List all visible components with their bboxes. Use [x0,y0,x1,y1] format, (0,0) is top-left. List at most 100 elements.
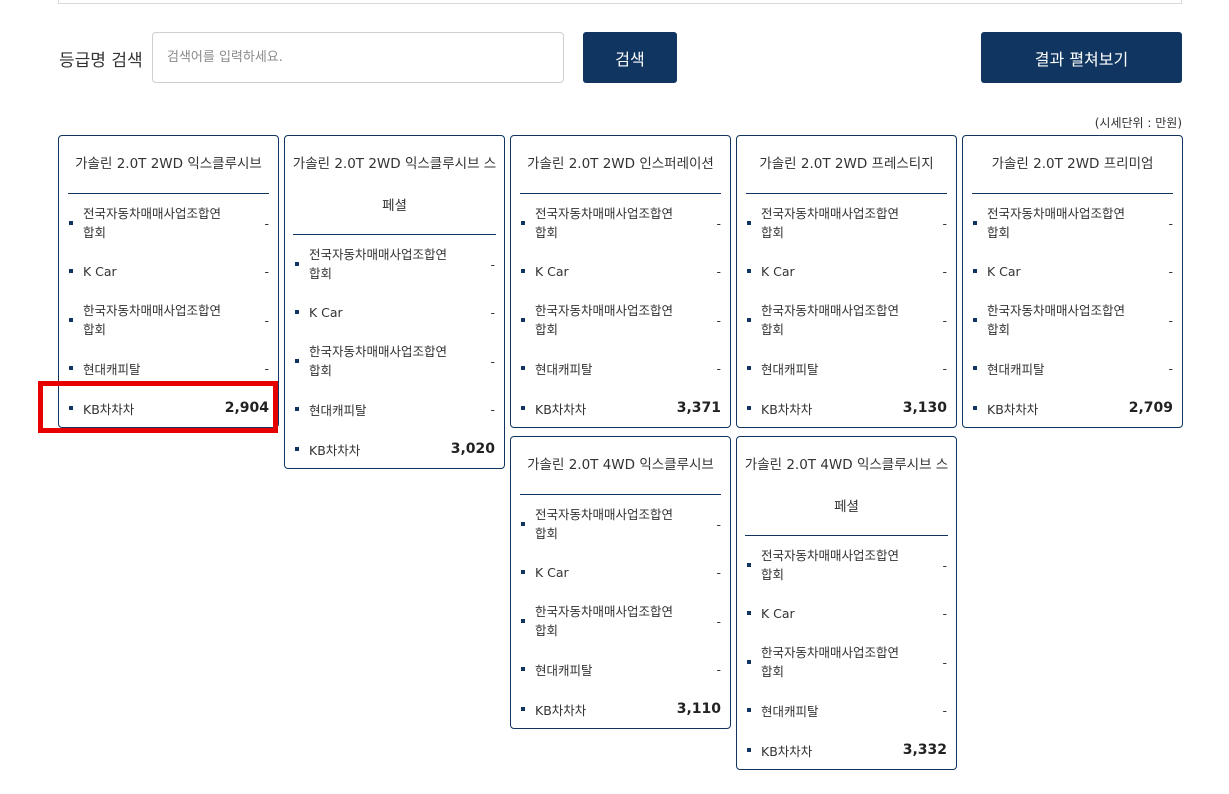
price-row: 전국자동차매매사업조합연합회- [68,204,269,242]
source-name: KB차차차 [535,399,586,418]
expand-results-button[interactable]: 결과 펼쳐보기 [981,32,1182,83]
price-value: 2,904 [225,400,269,416]
grade-card: 가솔린 2.0T 2WD 익스클루시브 스 페셜 전국자동차매매사업조합연합회-… [284,135,505,469]
price-value: - [490,352,495,371]
price-row: 현대캐피탈 - [972,358,1173,378]
grade-title-line: 페셜 [736,493,957,521]
grade-title: 가솔린 2.0T 2WD 프레스티지 [746,136,947,194]
source-name: 전국자동차매매사업조합연합회 [309,245,449,283]
price-value: - [264,264,269,279]
price-row: 한국자동차매매사업조합연합회- [520,602,721,640]
source-name: 한국자동차매매사업조합연합회 [83,301,223,339]
search-input[interactable] [152,32,564,83]
price-row: K Car - [972,261,1173,281]
price-row: 전국자동차매매사업조합연합회- [746,546,947,584]
price-value: 3,371 [677,400,721,416]
source-name: K Car [83,264,117,279]
price-value: - [1168,214,1173,233]
source-name: KB차차차 [761,399,812,418]
source-name: 한국자동차매매사업조합연합회 [535,301,675,339]
grade-title: 가솔린 2.0T 2WD 익스클루시브 스 페셜 [293,136,496,235]
price-row: 전국자동차매매사업조합연합회- [294,245,495,283]
source-name: K Car [535,264,569,279]
source-name: K Car [309,305,343,320]
source-name: 전국자동차매매사업조합연합회 [535,505,675,543]
price-row: 전국자동차매매사업조합연합회 - [520,505,721,543]
price-row: 한국자동차매매사업조합연합회 - [972,301,1173,339]
price-row: 현대캐피탈- [68,358,269,378]
source-name: K Car [761,606,795,621]
grade-title: 가솔린 2.0T 2WD 익스클루시브 [68,136,269,194]
source-name: 한국자동차매매사업조합연합회 [761,301,901,339]
price-row: 전국자동차매매사업조합연합회 - [746,204,947,242]
price-unit-note: (시세단위 : 만원) [1095,114,1182,131]
price-value: - [716,515,721,534]
source-name: 한국자동차매매사업조합연합회 [761,643,901,681]
source-name: 현대캐피탈 [987,359,1045,378]
source-name: K Car [535,565,569,580]
source-name: 현대캐피탈 [761,359,819,378]
price-value: 3,110 [677,701,721,717]
price-value: - [942,311,947,330]
price-value: - [716,264,721,279]
price-value: - [942,361,947,376]
price-row: K Car - [746,603,947,623]
source-name: 전국자동차매매사업조합연합회 [761,204,901,242]
price-row: K Car - [520,562,721,582]
price-value: - [716,214,721,233]
grade-title: 가솔린 2.0T 2WD 인스퍼레이션 [520,136,721,194]
price-value: - [942,703,947,718]
price-row: KB차차차 3,332 [746,740,947,760]
grade-title-line: 가솔린 2.0T 2WD 익스클루시브 스 [284,150,505,178]
price-value: - [1168,361,1173,376]
source-name: KB차차차 [987,399,1038,418]
price-row: 현대캐피탈 - [520,358,721,378]
price-value: - [264,311,269,330]
source-name: 전국자동차매매사업조합연합회 [761,546,901,584]
source-name: 현대캐피탈 [535,660,593,679]
price-row: KB차차차 3,371 [520,398,721,418]
price-value: - [942,606,947,621]
price-value: - [264,361,269,376]
price-row: 현대캐피탈 - [746,358,947,378]
price-row: 한국자동차매매사업조합연합회 - [68,301,269,339]
price-row: KB차차차 3,110 [520,699,721,719]
price-value: - [1168,264,1173,279]
price-row: KB차차차 2,904 [68,398,269,418]
source-name: KB차차차 [761,741,812,760]
search-label: 등급명 검색 [59,46,143,71]
price-value: 2,709 [1129,400,1173,416]
source-name: 전국자동차매매사업조합연합회 [83,204,223,242]
price-value: - [942,214,947,233]
price-value: - [716,311,721,330]
price-value: 3,130 [903,400,947,416]
grade-card: 가솔린 2.0T 2WD 익스클루시브 전국자동차매매사업조합연합회- K Ca… [58,135,279,428]
price-row: K Car - [68,261,269,281]
price-value: - [942,653,947,672]
price-value: - [716,361,721,376]
price-row: 현대캐피탈 - [746,700,947,720]
price-row: 전국자동차매매사업조합연합회 - [520,204,721,242]
price-value: - [1168,311,1173,330]
price-row: KB차차차 2,709 [972,398,1173,418]
source-name: 한국자동차매매사업조합연합회 [987,301,1127,339]
source-name: K Car [987,264,1021,279]
search-button[interactable]: 검색 [583,32,677,83]
price-value: 3,332 [903,742,947,758]
source-name: 현대캐피탈 [761,701,819,720]
price-value: - [716,565,721,580]
source-name: 현대캐피탈 [535,359,593,378]
grade-title-line: 가솔린 2.0T 4WD 익스클루시브 스 [736,451,957,479]
price-row: KB차차차 3,130 [746,398,947,418]
source-name: 전국자동차매매사업조합연합회 [535,204,675,242]
price-row: 현대캐피탈- [294,399,495,419]
price-row: KB차차차3,020 [294,439,495,459]
price-row: 한국자동차매매사업조합연합회 - [746,643,947,681]
price-row: 한국자동차매매사업조합연합회- [294,342,495,380]
source-name: KB차차차 [535,700,586,719]
source-name: KB차차차 [309,440,360,459]
price-row: K Car - [520,261,721,281]
grade-title-line: 페셜 [284,192,505,220]
source-name: 전국자동차매매사업조합연합회 [987,204,1127,242]
source-name: KB차차차 [83,399,134,418]
